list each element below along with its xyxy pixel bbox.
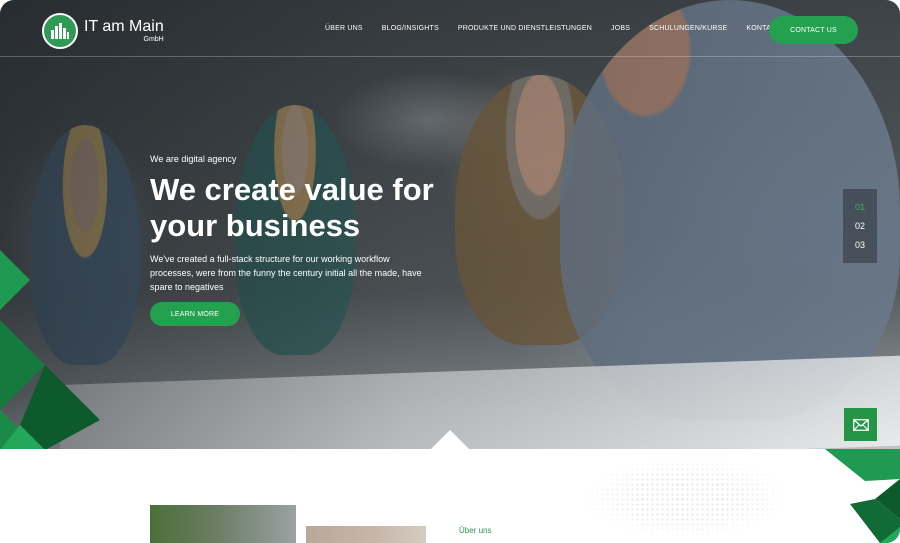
mail-icon: [852, 418, 869, 431]
header-divider: [0, 56, 900, 57]
learn-more-button[interactable]: LEARN MORE: [150, 302, 240, 326]
brand-subtitle: GmbH: [143, 36, 164, 43]
city-skyline-icon: [42, 13, 78, 49]
brand-name: IT am Main: [84, 18, 164, 35]
nav-item-blog-insights[interactable]: BLOG/INSIGHTS: [382, 25, 439, 32]
hero-banner: IT am Main GmbH ÜBER UNS BLOG/INSIGHTS P…: [0, 0, 900, 449]
about-image-office: [150, 505, 296, 543]
about-image-person: [306, 526, 426, 543]
nav-item-jobs[interactable]: JOBS: [611, 25, 630, 32]
decorative-shapes-right: [825, 449, 900, 543]
contact-us-button[interactable]: CONTACT US: [769, 16, 858, 44]
hero-description: We've created a full-stack structure for…: [150, 254, 422, 292]
main-navigation: ÜBER UNS BLOG/INSIGHTS PRODUKTE UND DIEN…: [325, 25, 799, 32]
hero-headline: We create value for your business: [150, 172, 434, 243]
slide-indicator-3[interactable]: 03: [855, 240, 865, 250]
decorative-shapes-left: [0, 250, 100, 449]
nav-item-produkte[interactable]: PRODUKTE UND DIENSTLEISTUNGEN: [458, 25, 592, 32]
brand-logo[interactable]: IT am Main GmbH: [42, 13, 164, 49]
section-label-about: Über uns: [459, 526, 492, 535]
slide-indicator-2[interactable]: 02: [855, 221, 865, 231]
dotted-map-decoration: [560, 452, 790, 543]
nav-item-ueber-uns[interactable]: ÜBER UNS: [325, 25, 363, 32]
slide-indicator-1[interactable]: 01: [855, 202, 865, 212]
page: IT am Main GmbH ÜBER UNS BLOG/INSIGHTS P…: [0, 0, 900, 543]
hero-bottom-notch: [431, 430, 469, 449]
slider-pagination: 01 02 03: [843, 189, 877, 263]
hero-kicker: We are digital agency: [150, 154, 237, 164]
contact-mail-button[interactable]: [844, 408, 877, 441]
nav-item-schulungen[interactable]: SCHULUNGEN/KURSE: [649, 25, 727, 32]
